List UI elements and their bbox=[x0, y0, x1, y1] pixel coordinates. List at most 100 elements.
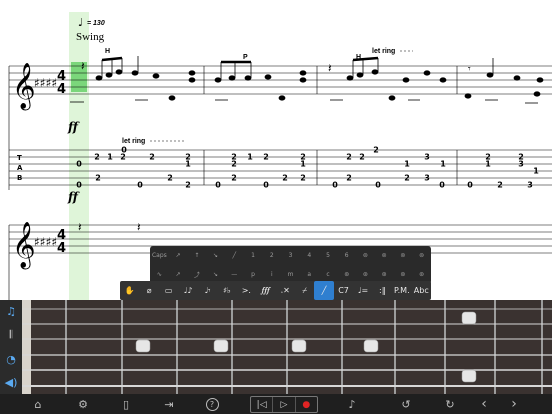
palette-item[interactable]: ↘ bbox=[206, 252, 225, 259]
compass-icon[interactable]: ◔ bbox=[3, 351, 19, 367]
volume-icon[interactable]: ◀) bbox=[3, 374, 19, 390]
help-icon[interactable]: ? bbox=[202, 394, 222, 414]
record-button[interactable]: ● bbox=[294, 397, 317, 412]
tab-number: 1 bbox=[107, 153, 113, 162]
tab-number: 2 bbox=[359, 153, 365, 162]
chord-button[interactable]: C7 bbox=[334, 281, 353, 300]
fret-marker bbox=[461, 311, 477, 325]
effects-palette[interactable]: Caps ↗ ↑ ↘ ╱ 1 2 3 4 5 6 ⊚ ⊚ ⊚ ⊚ ∿ ↗ ⤴ ↘… bbox=[150, 246, 431, 284]
palette-item[interactable]: ⊛ bbox=[412, 271, 431, 278]
palette-item[interactable]: ⊚ bbox=[375, 252, 394, 259]
palette-item[interactable]: c bbox=[319, 271, 338, 278]
tab-number: 2 bbox=[185, 181, 191, 190]
palette-item[interactable]: ⊛ bbox=[356, 271, 375, 278]
palette-item[interactable]: ⤴ bbox=[187, 270, 206, 279]
palette-item[interactable]: i bbox=[262, 271, 281, 278]
accidental-button[interactable]: ♯♭ bbox=[217, 281, 236, 300]
palette-item[interactable]: ↗ bbox=[169, 271, 188, 278]
notes-icon[interactable]: ♫ bbox=[3, 303, 19, 319]
palette-item[interactable]: ⊚ bbox=[412, 252, 431, 259]
tab-number: 2 bbox=[149, 153, 155, 162]
palette-item[interactable]: 1 bbox=[244, 252, 263, 259]
left-toolbar[interactable]: ♫ 𝄃 ◔ ◀) bbox=[0, 300, 22, 394]
palette-item[interactable]: 5 bbox=[319, 252, 338, 259]
home-icon[interactable]: ⌂ bbox=[28, 394, 48, 414]
slide-button[interactable]: ⌿ bbox=[295, 281, 314, 300]
rest-2: 𝄽 bbox=[78, 220, 82, 234]
palette-item[interactable]: ↘ bbox=[206, 271, 225, 278]
tab-number: 2 bbox=[346, 153, 352, 162]
text-button[interactable]: Abc bbox=[412, 281, 431, 300]
palette-item[interactable]: ⊛ bbox=[394, 271, 413, 278]
fret-marker bbox=[291, 339, 307, 353]
edit-toolbar[interactable]: ✋ ⌀ ▭ ♩♪ ♩𝄾 ♯♭ >. 𝆑𝆑𝆑 𝆹✕ ⌿ ╱ C7 ♩= :‖ P.… bbox=[120, 281, 431, 300]
selection-button[interactable]: ▭ bbox=[159, 281, 178, 300]
tab-number: 2 bbox=[167, 174, 173, 183]
tab-number: 1 bbox=[485, 160, 491, 169]
bend-button[interactable]: ╱ bbox=[314, 281, 334, 300]
palette-item[interactable]: ↑ bbox=[187, 252, 206, 259]
gear-icon[interactable]: ⚙ bbox=[73, 394, 93, 414]
tab-number: 1 bbox=[533, 167, 539, 176]
bottom-bar[interactable]: ⌂ ⚙ ▯ ⇥ ? |◁ ▷ ● ♪ ↺ ↻ ‹ › bbox=[0, 394, 552, 414]
accent-button[interactable]: >. bbox=[237, 281, 256, 300]
tab-number: 2 bbox=[231, 160, 237, 169]
rewind-button[interactable]: |◁ bbox=[251, 397, 272, 412]
tab-mixer-icon[interactable]: 𝄃 bbox=[3, 327, 19, 343]
guitar-fretboard[interactable] bbox=[22, 300, 552, 394]
palette-item[interactable]: 3 bbox=[281, 252, 300, 259]
hammer-on-mark-1: H bbox=[105, 48, 110, 55]
tab-letter-a: A bbox=[17, 164, 23, 172]
play-button[interactable]: ▷ bbox=[272, 397, 294, 412]
export-icon[interactable]: ⇥ bbox=[158, 394, 180, 414]
palette-item[interactable]: m bbox=[281, 271, 300, 278]
palette-item[interactable]: a bbox=[300, 271, 319, 278]
fret-marker bbox=[461, 369, 477, 383]
palette-item[interactable]: ⊚ bbox=[356, 252, 375, 259]
tab-number: 2 bbox=[282, 174, 288, 183]
tab-letter-t: T bbox=[17, 154, 22, 162]
palette-item[interactable]: 4 bbox=[300, 252, 319, 259]
tab-number: 0 bbox=[263, 181, 269, 190]
palm-mute-button[interactable]: P.M. bbox=[392, 281, 411, 300]
prev-icon[interactable]: ‹ bbox=[474, 394, 494, 414]
tab-number: 1 bbox=[404, 160, 410, 169]
fret-marker bbox=[135, 339, 151, 353]
treble-clef: 𝄞 bbox=[12, 63, 36, 111]
palette-item[interactable]: Caps bbox=[150, 252, 169, 259]
hand-tool-button[interactable]: ✋ bbox=[120, 281, 139, 300]
fretboard-canvas[interactable] bbox=[22, 300, 552, 394]
dead-note-button[interactable]: 𝆹✕ bbox=[276, 281, 295, 300]
palette-item[interactable]: ⊚ bbox=[394, 252, 413, 259]
undo-icon[interactable]: ↺ bbox=[396, 394, 416, 414]
nut bbox=[22, 300, 31, 394]
next-icon[interactable]: › bbox=[504, 394, 524, 414]
tab-number: 0 bbox=[375, 181, 381, 190]
redo-icon[interactable]: ↻ bbox=[440, 394, 460, 414]
palette-item[interactable]: ∿ bbox=[150, 271, 169, 278]
palette-item[interactable]: p bbox=[244, 271, 263, 278]
note-duration-button[interactable]: ♩♪ bbox=[178, 281, 197, 300]
tab-number: 1 bbox=[185, 160, 191, 169]
palette-row-1[interactable]: Caps ↗ ↑ ↘ ╱ 1 2 3 4 5 6 ⊚ ⊚ ⊚ ⊚ bbox=[150, 246, 431, 265]
palette-item[interactable]: 2 bbox=[262, 252, 281, 259]
repeat-button[interactable]: :‖ bbox=[373, 281, 392, 300]
eraser-button[interactable]: ⌀ bbox=[139, 281, 158, 300]
mobile-icon[interactable]: ▯ bbox=[116, 394, 136, 414]
palette-item[interactable]: 6 bbox=[337, 252, 356, 259]
tab-number: 0 bbox=[332, 181, 338, 190]
dynamics-button[interactable]: 𝆑𝆑𝆑 bbox=[256, 281, 275, 300]
transport-controls[interactable]: |◁ ▷ ● bbox=[250, 396, 318, 413]
guitar-icon[interactable]: ♪ bbox=[340, 394, 364, 414]
rest-button[interactable]: ♩𝄾 bbox=[198, 281, 217, 300]
tempo-button[interactable]: ♩= bbox=[353, 281, 372, 300]
tab-number: 0 bbox=[137, 181, 143, 190]
palette-item[interactable]: ⊛ bbox=[337, 271, 356, 278]
palette-item[interactable]: — bbox=[225, 271, 244, 278]
palette-item[interactable]: ⊛ bbox=[375, 271, 394, 278]
key-signature: ♯♯♯♯ bbox=[34, 76, 57, 90]
tab-number: 0 bbox=[215, 181, 221, 190]
palette-item[interactable]: ╱ bbox=[225, 252, 244, 259]
tab-number: 2 bbox=[404, 174, 410, 183]
palette-item[interactable]: ↗ bbox=[169, 252, 188, 259]
